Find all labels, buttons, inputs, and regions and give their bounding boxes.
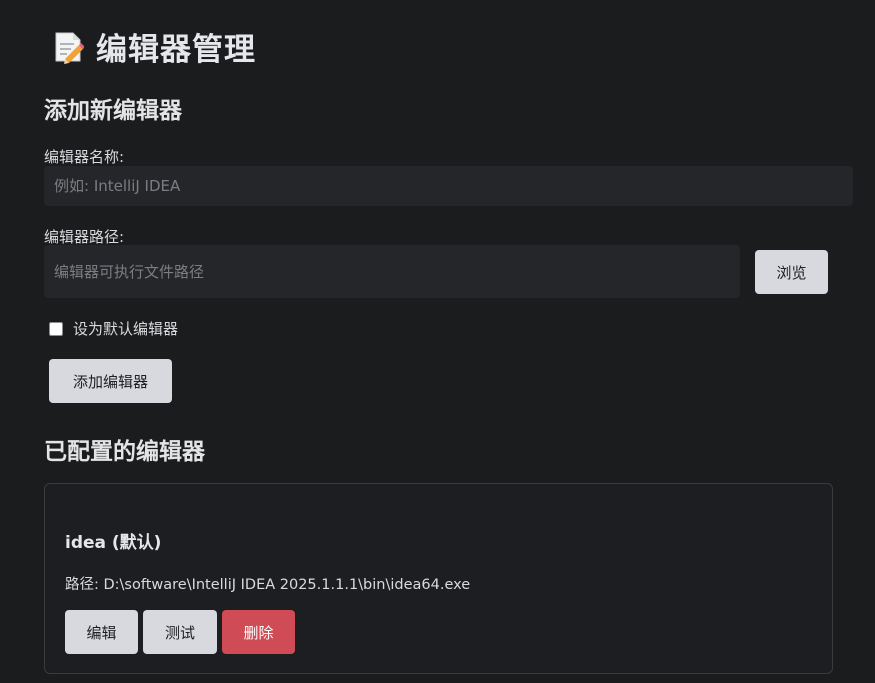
page-title-text: 编辑器管理: [96, 32, 256, 68]
default-editor-checkbox-label[interactable]: 设为默认编辑器: [73, 318, 178, 339]
configured-editors-section-title: 已配置的编辑器: [44, 439, 205, 465]
delete-button[interactable]: 删除: [222, 610, 295, 654]
memo-icon: [52, 30, 85, 64]
default-editor-checkbox-row[interactable]: 设为默认编辑器: [49, 318, 178, 339]
editor-name-input[interactable]: [44, 166, 853, 206]
page-title: 编辑器管理: [52, 24, 256, 69]
test-button[interactable]: 测试: [143, 610, 217, 654]
browse-button[interactable]: 浏览: [755, 250, 828, 294]
add-editor-section-title: 添加新编辑器: [44, 98, 182, 124]
editor-path-input[interactable]: [44, 245, 740, 298]
add-editor-button[interactable]: 添加编辑器: [49, 359, 172, 403]
default-editor-checkbox[interactable]: [49, 321, 63, 336]
editor-path-label: 编辑器路径:: [44, 228, 125, 246]
editor-path: 路径: D:\software\IntelliJ IDEA 2025.1.1.1…: [65, 577, 471, 593]
editor-name-label: 编辑器名称:: [44, 148, 125, 166]
editor-card: idea (默认) 路径: D:\software\IntelliJ IDEA …: [44, 483, 833, 674]
edit-button[interactable]: 编辑: [65, 610, 138, 654]
editor-name: idea (默认): [65, 533, 162, 553]
